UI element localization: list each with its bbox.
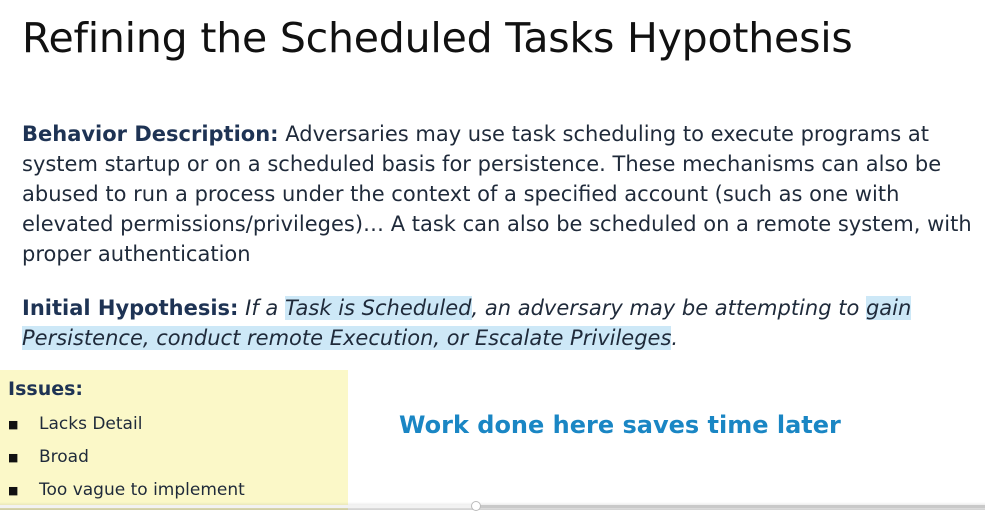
hypothesis-text-part2: , an adversary may be attempting to — [471, 296, 866, 320]
video-progress-remaining[interactable] — [476, 505, 985, 508]
hypothesis-text-part1: If a — [245, 296, 285, 320]
issues-heading: Issues: — [8, 378, 84, 400]
initial-hypothesis: Initial Hypothesis: If a Task is Schedul… — [22, 293, 977, 353]
behavior-description: Behavior Description: Adversaries may us… — [22, 119, 977, 269]
issue-item: ■ Broad — [8, 447, 245, 480]
square-bullet-icon: ■ — [8, 418, 19, 431]
square-bullet-icon: ■ — [8, 484, 19, 497]
square-bullet-icon: ■ — [8, 451, 19, 464]
video-progress-played[interactable] — [0, 505, 476, 508]
hypothesis-text-part3: . — [671, 326, 679, 350]
hypothesis-highlight-task: Task is Scheduled — [284, 296, 472, 320]
issue-item-label: Too vague to implement — [39, 480, 245, 500]
issues-box: Issues: ■ Lacks Detail ■ Broad ■ Too vague … — [0, 370, 348, 510]
initial-hypothesis-label: Initial Hypothesis: — [22, 296, 239, 320]
issues-list: ■ Lacks Detail ■ Broad ■ Too vague to imple… — [8, 414, 245, 513]
issue-item-label: Lacks Detail — [39, 414, 143, 434]
issue-item-label: Broad — [39, 447, 89, 467]
issue-item: ■ Lacks Detail — [8, 414, 245, 447]
slide-title: Refining the Scheduled Tasks Hypothesis — [22, 14, 853, 62]
callout-text: Work done here saves time later — [399, 411, 841, 439]
behavior-description-label: Behavior Description: — [22, 122, 279, 146]
